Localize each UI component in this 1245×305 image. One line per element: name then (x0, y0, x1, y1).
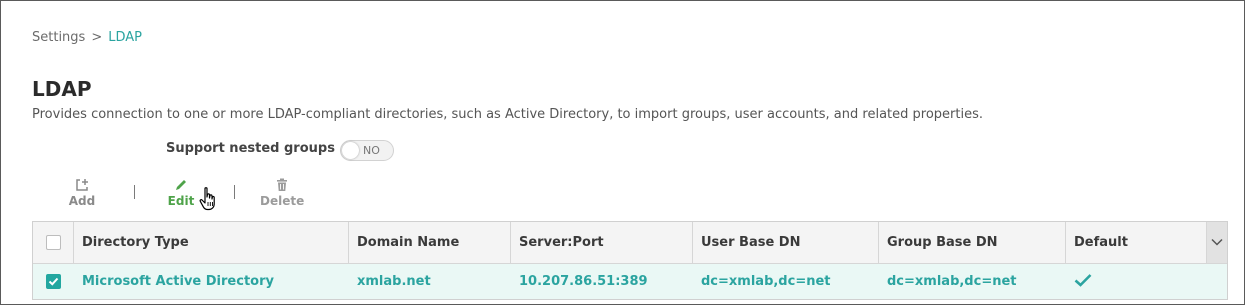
breadcrumb-separator: > (91, 30, 103, 45)
column-header-user-base-dn[interactable]: User Base DN (693, 222, 879, 263)
nested-groups-label: Support nested groups (166, 141, 335, 156)
toggle-state-label: NO (363, 144, 380, 157)
header-select-cell (33, 222, 74, 263)
nested-groups-toggle[interactable]: NO (340, 140, 394, 161)
column-header-server-port[interactable]: Server:Port (511, 222, 693, 263)
page-description: Provides connection to one or more LDAP-… (32, 107, 983, 122)
table-header-row: Directory Type Domain Name Server:Port U… (33, 222, 1227, 264)
add-button[interactable]: Add (66, 178, 98, 208)
ldap-table: Directory Type Domain Name Server:Port U… (32, 221, 1228, 300)
delete-label: Delete (260, 194, 305, 208)
page-title: LDAP (32, 77, 92, 101)
edit-button[interactable]: Edit (164, 178, 198, 208)
column-header-group-base-dn[interactable]: Group Base DN (879, 222, 1066, 263)
chevron-down-icon (1211, 235, 1223, 250)
breadcrumb: Settings > LDAP (32, 30, 142, 45)
select-all-checkbox[interactable] (45, 235, 61, 250)
row-spacer (1207, 264, 1227, 299)
edit-label: Edit (167, 194, 195, 208)
cell-user-base-dn: dc=xmlab,dc=net (701, 274, 831, 289)
row-checkbox[interactable] (46, 274, 61, 289)
column-header-default[interactable]: Default (1066, 222, 1207, 263)
hand-cursor-icon (198, 186, 220, 212)
trash-icon (260, 178, 304, 194)
checkmark-icon (48, 277, 59, 286)
column-header-directory-type[interactable]: Directory Type (74, 222, 349, 263)
toolbar-divider (234, 185, 235, 199)
cell-default (1066, 264, 1207, 299)
toggle-knob (342, 142, 359, 159)
cell-domain-name: xmlab.net (357, 274, 431, 289)
breadcrumb-settings[interactable]: Settings (32, 30, 85, 45)
delete-button[interactable]: Delete (260, 178, 304, 208)
breadcrumb-ldap[interactable]: LDAP (108, 30, 142, 45)
cell-server-port: 10.207.86.51:389 (519, 274, 648, 289)
row-select-cell (33, 264, 74, 299)
default-check-icon (1074, 273, 1092, 291)
cell-group-base-dn: dc=xmlab,dc=net (887, 274, 1017, 289)
cell-directory-type: Microsoft Active Directory (82, 274, 274, 289)
add-label: Add (68, 194, 96, 208)
toolbar-divider (134, 185, 135, 199)
column-menu-button[interactable] (1207, 222, 1227, 263)
column-header-domain-name[interactable]: Domain Name (349, 222, 511, 263)
add-icon (66, 178, 98, 194)
table-row[interactable]: Microsoft Active Directory xmlab.net 10.… (33, 264, 1227, 299)
pencil-icon (164, 178, 198, 194)
